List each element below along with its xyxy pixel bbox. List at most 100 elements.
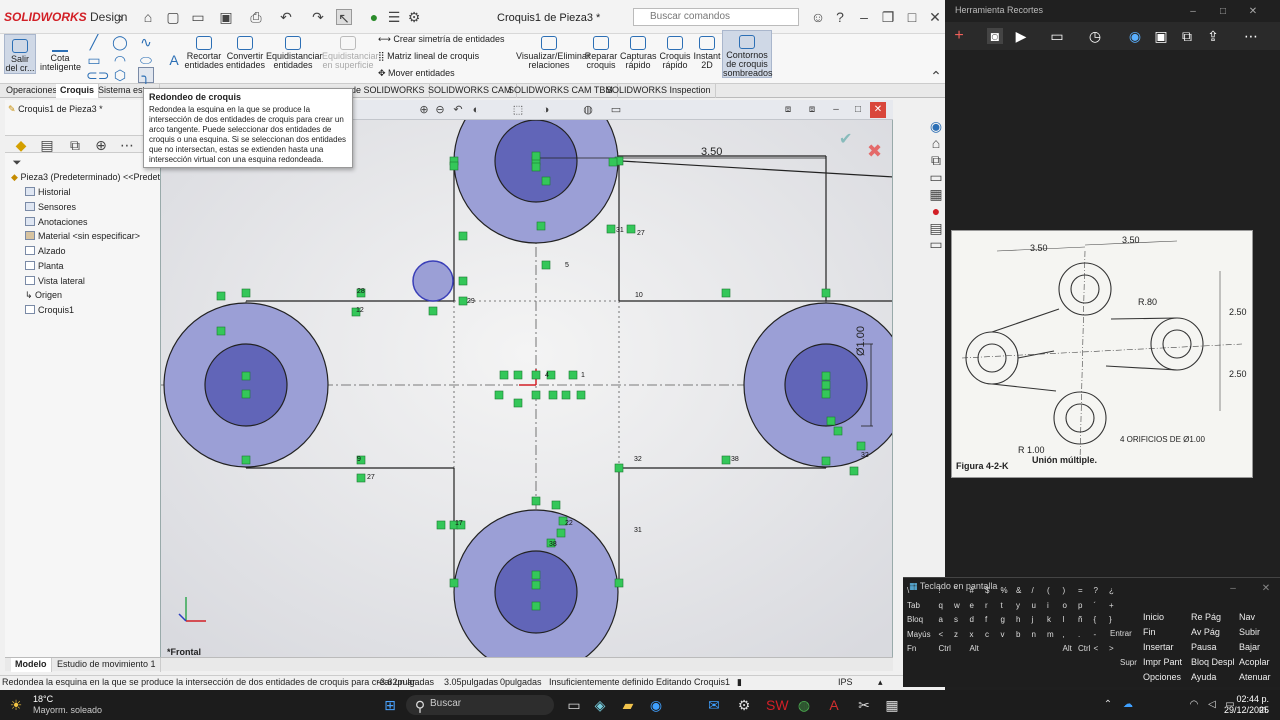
sketch-relation-marker[interactable]: [821, 389, 831, 399]
more-icon[interactable]: ⋯: [119, 137, 135, 153]
spline-tool-icon[interactable]: ∿: [138, 34, 154, 50]
settings-taskbar-icon[interactable]: ⚙: [736, 697, 752, 713]
osk-nav-key[interactable]: Av Pág: [1191, 627, 1220, 637]
osk-key[interactable]: w: [954, 601, 960, 610]
tab-solidworks-inspection[interactable]: SOLIDWORKS Inspection: [602, 84, 716, 98]
sketch-relation-marker[interactable]: [449, 161, 459, 171]
tab-motion-study[interactable]: Estudio de movimiento 1: [53, 658, 161, 672]
sketch-relation-marker[interactable]: [856, 441, 866, 451]
sketch-relation-marker[interactable]: [499, 370, 509, 380]
sketch-relation-marker[interactable]: [216, 326, 226, 336]
sketch-relation-marker[interactable]: [614, 463, 624, 473]
tree-item-right-plane[interactable]: Vista lateral: [25, 276, 85, 286]
delay-timer-icon[interactable]: ◷: [1087, 28, 1103, 44]
file-explorer-icon[interactable]: ⧉: [928, 152, 944, 168]
osk-key[interactable]: v: [1001, 630, 1005, 639]
sketch-relation-marker[interactable]: [531, 151, 541, 161]
tree-item-front-plane[interactable]: Alzado: [25, 246, 66, 256]
sketch-relation-marker[interactable]: [436, 520, 446, 530]
acrobat-icon[interactable]: A: [826, 697, 842, 713]
sketch-relation-marker[interactable]: [849, 466, 859, 476]
tree-item-origin[interactable]: ↳ Origen: [25, 290, 62, 301]
keyboard-taskbar-icon[interactable]: ▦: [884, 697, 900, 713]
osk-nav-key[interactable]: Bloq Despl: [1191, 657, 1235, 667]
osk-key[interactable]: Ctrl: [939, 644, 951, 653]
print-icon[interactable]: ⎙: [248, 9, 264, 25]
tab-model[interactable]: Modelo: [11, 658, 52, 672]
open-folder-icon[interactable]: ▭: [190, 9, 206, 25]
osk-key[interactable]: z: [954, 630, 958, 639]
osk-nav-key[interactable]: Ayuda: [1191, 672, 1216, 682]
display-delete-relations-button[interactable]: Visualizar/Eliminar relaciones: [516, 36, 590, 70]
tab-solidworks-cam[interactable]: SOLIDWORKS CAM: [424, 84, 517, 98]
video-icon[interactable]: ▶: [1013, 28, 1029, 44]
app-copilot-icon[interactable]: ◈: [592, 697, 608, 713]
sketch-relation-marker[interactable]: [821, 371, 831, 381]
osk-key[interactable]: d: [970, 615, 974, 624]
trim-entities-button[interactable]: Recortar entidades: [184, 36, 224, 70]
osk-key[interactable]: i: [1047, 601, 1049, 610]
circle-tool-icon[interactable]: ◯: [112, 34, 128, 50]
osk-key[interactable]: h: [1016, 615, 1020, 624]
undo-icon[interactable]: ↶: [278, 9, 294, 25]
sketch-relation-marker[interactable]: [531, 580, 541, 590]
snip-save-icon[interactable]: ▣: [1153, 28, 1169, 44]
osk-key[interactable]: p: [1078, 601, 1082, 610]
tree-item-material[interactable]: Material <sin especificar>: [25, 231, 140, 241]
osk-key[interactable]: l: [1063, 615, 1065, 624]
appearance-icon[interactable]: ◍: [580, 102, 596, 118]
osk-key[interactable]: q: [939, 601, 943, 610]
osk-key[interactable]: &: [1016, 586, 1021, 595]
redo-icon[interactable]: ↷: [310, 9, 326, 25]
volume-icon[interactable]: ◁: [1204, 697, 1220, 713]
sketch-relation-marker[interactable]: [541, 260, 551, 270]
weather-condition[interactable]: Mayorm. soleado: [33, 705, 102, 715]
tree-item-sensors[interactable]: Sensores: [25, 202, 76, 212]
tray-chevron-icon[interactable]: ⌃: [1100, 697, 1116, 713]
file-properties-icon[interactable]: ☰: [386, 9, 402, 25]
osk-key[interactable]: Mayús: [907, 630, 931, 639]
line-tool-icon[interactable]: ╱: [86, 34, 102, 50]
onedrive-icon[interactable]: ☁: [1120, 697, 1136, 713]
sketch-relation-marker[interactable]: [531, 390, 541, 400]
tile2-icon[interactable]: ⧈: [804, 102, 820, 118]
sketch-relation-marker[interactable]: [458, 231, 468, 241]
osk-key[interactable]: ": [954, 586, 957, 595]
sketch-relation-marker[interactable]: [241, 288, 251, 298]
wifi-icon[interactable]: ◠: [1186, 697, 1202, 713]
quick-snaps-button[interactable]: Capturas rápido: [620, 36, 657, 70]
sketch-relation-marker[interactable]: [458, 276, 468, 286]
text-tool-icon[interactable]: A: [166, 52, 182, 68]
task-view-icon[interactable]: ▭: [566, 697, 582, 713]
color-picker-icon[interactable]: ◉: [1127, 28, 1143, 44]
osk-nav-key[interactable]: Re Pág: [1191, 612, 1221, 622]
sketch-relation-marker[interactable]: [576, 390, 586, 400]
sketch-relation-marker[interactable]: [531, 496, 541, 506]
snip-mode-icon[interactable]: ▭: [1049, 28, 1065, 44]
close-icon[interactable]: ✕: [927, 9, 943, 25]
monitor-icon[interactable]: ▭: [608, 102, 624, 118]
sketch-relation-marker[interactable]: [721, 455, 731, 465]
sketch-relation-marker[interactable]: [216, 291, 226, 301]
osk-key[interactable]: m: [1047, 630, 1054, 639]
sketch-relation-marker[interactable]: [608, 157, 618, 167]
sketch-relation-marker[interactable]: [721, 288, 731, 298]
osk-key[interactable]: s: [954, 615, 958, 624]
osk-nav-key[interactable]: Atenuar: [1239, 672, 1271, 682]
osk-key[interactable]: !: [939, 586, 941, 595]
home-icon[interactable]: ⌂: [140, 9, 156, 25]
rectangle-tool-icon[interactable]: ▭: [86, 52, 102, 68]
sketch-fillet-icon[interactable]: ╮: [138, 67, 154, 84]
osk-key[interactable]: Ctrl: [1078, 644, 1090, 653]
osk-key[interactable]: Fn: [907, 644, 916, 653]
configuration-manager-icon[interactable]: ⧉: [67, 137, 83, 153]
sketch-relation-marker[interactable]: [531, 162, 541, 172]
doc-minimize-icon[interactable]: –: [828, 102, 844, 118]
smart-dimension-button[interactable]: Cota inteligente: [40, 38, 81, 72]
sketch-relation-marker[interactable]: [556, 528, 566, 538]
new-document-icon[interactable]: ▢: [165, 9, 181, 25]
help-icon[interactable]: ?: [832, 9, 848, 25]
osk-key[interactable]: -: [1094, 630, 1097, 639]
feature-tree-icon[interactable]: ◆: [13, 137, 29, 153]
sketch-relation-marker[interactable]: [614, 578, 624, 588]
